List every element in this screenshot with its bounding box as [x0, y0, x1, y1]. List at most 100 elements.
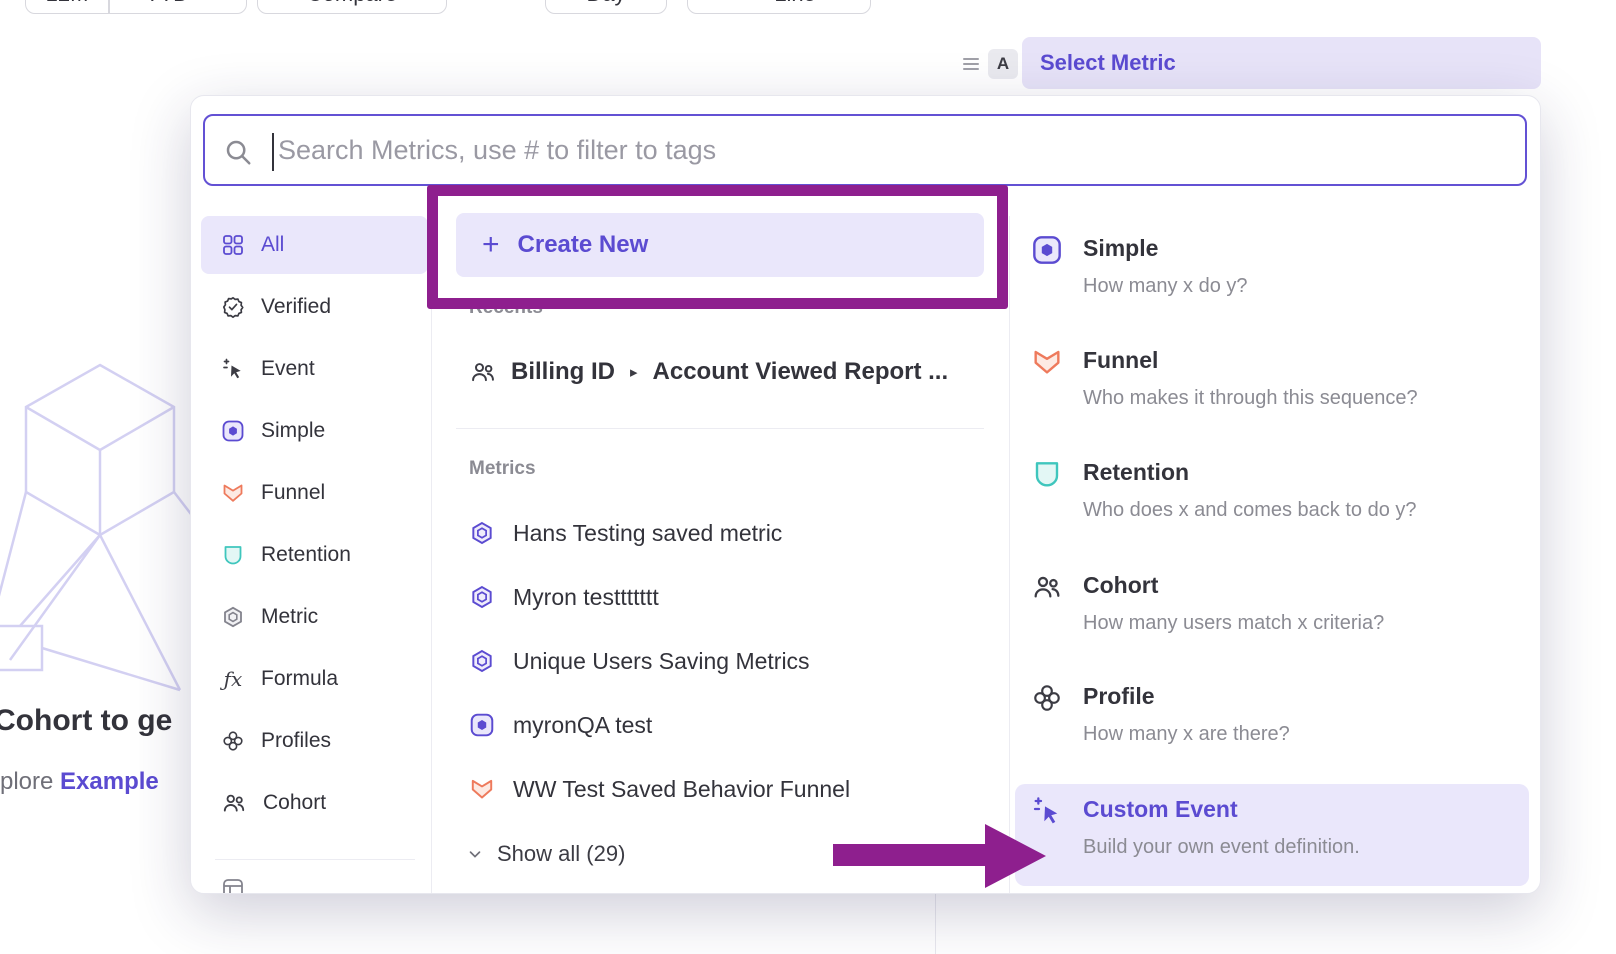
sidebar-item-funnel[interactable]: Funnel: [201, 464, 428, 522]
metric-list-item[interactable]: Hans Testing saved metric: [469, 509, 782, 557]
list-divider: [456, 428, 984, 429]
sidebar-item-cohort[interactable]: Cohort: [201, 774, 428, 832]
sidebar-item-profiles[interactable]: Profiles: [201, 712, 428, 770]
sidebar-item-all[interactable]: All: [201, 216, 428, 274]
type-title: Cohort: [1083, 572, 1158, 599]
type-option-profile[interactable]: Profile How many x are there?: [1017, 680, 1529, 780]
profiles-flower-icon: [221, 729, 245, 753]
funnel-icon: [221, 481, 245, 505]
metric-name: myronQA test: [513, 712, 652, 739]
background-explore-line: plore Example: [0, 768, 159, 796]
type-description: Who makes it through this sequence?: [1083, 387, 1418, 410]
line-chart-icon: [742, 0, 764, 5]
metric-list-item[interactable]: myronQA test: [469, 701, 652, 749]
range-12m-button[interactable]: 12M: [26, 0, 108, 7]
create-new-label: Create New: [518, 231, 649, 259]
line-label: Line: [774, 0, 816, 7]
create-new-button[interactable]: + Create New: [456, 213, 984, 277]
example-link[interactable]: Example: [60, 768, 159, 795]
type-title: Retention: [1083, 459, 1189, 486]
type-option-custom-event[interactable]: Custom Event Build your own event defini…: [1017, 793, 1529, 893]
simple-icon: [221, 419, 245, 443]
sidebar-item-label: All: [261, 233, 284, 257]
metric-hexagon-icon: [221, 605, 245, 629]
sidebar-item-partial[interactable]: [221, 877, 245, 894]
select-metric-label: Select Metric: [1040, 50, 1176, 76]
select-metric-field[interactable]: Select Metric: [1022, 37, 1541, 89]
type-description: Build your own event definition.: [1083, 836, 1360, 859]
metric-list-item[interactable]: Myron testtttttt: [469, 573, 659, 621]
sidebar-item-label: Retention: [261, 543, 351, 567]
search-input[interactable]: [205, 116, 1525, 184]
simple-icon: [469, 712, 495, 738]
custom-event-sparkle-icon: [1031, 795, 1063, 827]
retention-icon: [221, 543, 245, 567]
background-heading-fragment: Cohort to ge: [0, 704, 172, 738]
range-ytd-button[interactable]: YTD: [108, 0, 248, 7]
grid-icon: [221, 233, 245, 257]
range-ytd-label: YTD: [145, 0, 189, 7]
drag-handle-icon[interactable]: [962, 55, 980, 73]
retention-icon: [1031, 458, 1063, 490]
recent-item-primary: Billing ID: [511, 358, 615, 386]
metric-name: WW Test Saved Behavior Funnel: [513, 776, 850, 803]
chart-type-line-button[interactable]: Line: [687, 0, 871, 14]
type-title: Profile: [1083, 683, 1155, 710]
saved-metric-hexagon-icon: [469, 648, 495, 674]
board-icon: [221, 877, 245, 894]
metric-name: Hans Testing saved metric: [513, 520, 782, 547]
metric-list-item[interactable]: Unique Users Saving Metrics: [469, 637, 810, 685]
type-option-cohort[interactable]: Cohort How many users match x criteria?: [1017, 569, 1529, 669]
type-description: How many x do y?: [1083, 275, 1248, 298]
sidebar-item-label: Metric: [261, 605, 318, 629]
sidebar-item-label: Cohort: [263, 791, 326, 815]
sidebar-item-verified[interactable]: Verified: [201, 278, 428, 336]
recent-item-secondary: Account Viewed Report ...: [653, 358, 949, 386]
day-label: Day: [586, 0, 625, 7]
type-title: Custom Event: [1083, 796, 1238, 823]
event-sparkle-icon: [221, 357, 245, 381]
saved-metric-hexagon-icon: [469, 584, 495, 610]
plus-icon: +: [482, 230, 500, 260]
sidebar-item-label: Simple: [261, 419, 325, 443]
granularity-day-button[interactable]: Day: [545, 0, 667, 14]
date-range-segmented-control: 12M YTD: [25, 0, 247, 14]
cohort-people-icon: [221, 790, 247, 816]
type-option-funnel[interactable]: Funnel Who makes it through this sequenc…: [1017, 344, 1529, 444]
funnel-icon: [469, 776, 495, 802]
verified-badge-icon: [221, 295, 245, 319]
sidebar-item-label: Event: [261, 357, 315, 381]
metric-list-item[interactable]: WW Test Saved Behavior Funnel: [469, 765, 850, 813]
sidebar-item-label: Profiles: [261, 729, 331, 753]
columns-divider-vertical: [1009, 216, 1010, 894]
cohort-people-icon: [469, 358, 497, 386]
cohort-people-icon: [1031, 571, 1063, 603]
formula-icon: ƒx: [221, 667, 245, 691]
sidebar-item-label: Verified: [261, 295, 331, 319]
explore-text-fragment: plore: [0, 768, 60, 795]
sidebar-section-divider: [215, 859, 415, 860]
metric-name: Myron testtttttt: [513, 584, 659, 611]
series-a-badge: A: [988, 49, 1018, 79]
show-all-button[interactable]: Show all (29): [466, 836, 625, 872]
sidebar-item-metric[interactable]: Metric: [201, 588, 428, 646]
range-12m-label: 12M: [46, 0, 89, 7]
metrics-header: Metrics: [469, 458, 536, 480]
type-description: How many users match x criteria?: [1083, 612, 1384, 635]
sidebar-item-label: Formula: [261, 667, 338, 691]
sidebar-item-event[interactable]: Event: [201, 340, 428, 398]
sidebar-item-formula[interactable]: ƒx Formula: [201, 650, 428, 708]
chevron-down-icon: [196, 0, 211, 2]
sidebar-item-label: Funnel: [261, 481, 325, 505]
type-option-retention[interactable]: Retention Who does x and comes back to d…: [1017, 456, 1529, 556]
recent-item[interactable]: Billing ID ▸ Account Viewed Report ...: [469, 346, 948, 398]
type-description: How many x are there?: [1083, 723, 1290, 746]
compare-button[interactable]: Compare: [257, 0, 447, 14]
show-all-label: Show all (29): [497, 841, 625, 867]
type-description: Who does x and comes back to do y?: [1083, 499, 1417, 522]
sidebar-item-retention[interactable]: Retention: [201, 526, 428, 584]
chevron-down-icon: [466, 845, 484, 863]
type-title: Funnel: [1083, 347, 1158, 374]
sidebar-item-simple[interactable]: Simple: [201, 402, 428, 460]
type-option-simple[interactable]: Simple How many x do y?: [1017, 232, 1529, 332]
